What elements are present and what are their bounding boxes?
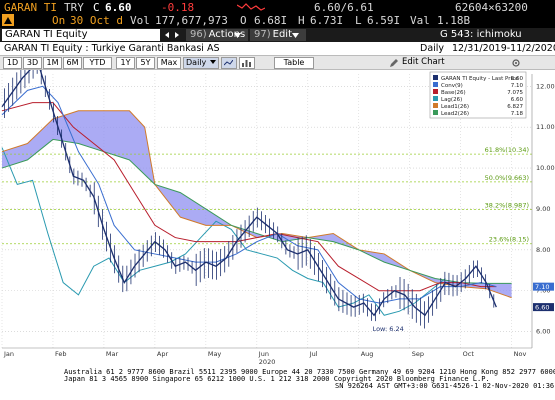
- bloomberg-terminal-window: GARAN TI TRY C 6.60 -0.18 6.60/6.61 6260…: [0, 0, 555, 400]
- high-label: H: [298, 14, 305, 27]
- legend-value: 6.60: [511, 76, 524, 82]
- x-tick-label: Jan: [3, 350, 14, 358]
- bar-chart-icon: [242, 60, 251, 67]
- y-tick-label: 10.00: [536, 164, 555, 172]
- x-tick-label: Feb: [55, 350, 67, 358]
- legend-label: Lead1(26): [441, 104, 469, 110]
- y-tick-label: 12.00: [536, 82, 555, 90]
- periodicity-label: Daily: [420, 43, 445, 54]
- date-range[interactable]: 12/31/2019-11/2/2020: [452, 43, 555, 54]
- bid-ask: 6.60/6.61: [314, 1, 374, 14]
- legend-swatch: [433, 110, 438, 115]
- line-chart-icon: [224, 60, 233, 66]
- x-tick-label: Aug: [361, 350, 374, 358]
- x-tick-label: Jun: [258, 350, 269, 358]
- bid-ask-size: 62604×63200: [455, 1, 528, 14]
- fib-level-label: 23.6%(8.15): [489, 236, 529, 244]
- security-nav-arrows-icon[interactable]: [164, 31, 180, 39]
- period-button-1m[interactable]: 1M: [43, 57, 62, 69]
- last-price: 6.60: [105, 1, 132, 14]
- actions-chevron-down-icon: [234, 33, 241, 38]
- low-value: 6.59I: [367, 14, 401, 27]
- edit-chart-pencil-icon: [390, 59, 398, 67]
- edit-menu-number: 97): [254, 29, 271, 40]
- terminal-footer: Australia 61 2 9777 8600 Brazil 5511 239…: [0, 367, 555, 400]
- traded-value: 1.18B: [437, 14, 471, 27]
- legend-swatch: [433, 96, 438, 101]
- period-button-1d[interactable]: 1D: [3, 57, 22, 69]
- x-tick-label: Sep: [412, 350, 424, 358]
- settings-gear-icon[interactable]: [512, 59, 520, 67]
- fib-level-label: 38.2%(8.987): [485, 201, 529, 209]
- x-tick-label: Apr: [157, 350, 169, 358]
- edit-chevron-down-icon: [292, 33, 299, 38]
- legend-swatch: [433, 75, 438, 80]
- edit-menu-label: Edit: [272, 29, 293, 40]
- legend-label: Lead2(26): [441, 111, 469, 117]
- ichimoku-chart[interactable]: 61.8%(10.34) 50.0%(9.663) 38.2%(8.987) 23.6…: [0, 70, 555, 367]
- page-code: G 543: ichimoku: [440, 29, 522, 40]
- x-year-label: 2020: [259, 358, 276, 366]
- legend-value: 7.10: [511, 83, 524, 89]
- edit-chart-button[interactable]: Edit Chart: [402, 57, 445, 67]
- volume-label: Vol: [130, 14, 150, 27]
- x-tick-label: Oct: [463, 350, 475, 358]
- ticker[interactable]: GARAN TI: [4, 1, 57, 14]
- legend-label: Conv(9): [441, 83, 463, 89]
- value-label: Val: [410, 14, 430, 27]
- price-annotation: Low: 6.24: [373, 325, 404, 333]
- price-direction-icon: C: [93, 1, 100, 14]
- y-tick-label: 8.00: [536, 246, 550, 254]
- low-label: L: [355, 14, 362, 27]
- frequency-chevron-down-icon: [210, 60, 216, 64]
- security-full-name: GARAN TI Equity : Turkiye Garanti Bankas…: [4, 43, 220, 54]
- price-change: -0.18: [161, 1, 195, 14]
- x-tick-label: May: [208, 350, 222, 358]
- footer-session-line: SN 926264 AST GMT+3:00 G631-4526-1 02-No…: [335, 382, 555, 390]
- x-tick-label: Nov: [514, 350, 527, 358]
- sparkline-icon: [237, 3, 265, 11]
- bloomberg-logo-icon: [2, 14, 14, 26]
- y-tick-label: 9.00: [536, 205, 550, 213]
- period-button-6m[interactable]: 6M: [63, 57, 82, 69]
- legend-value: 6.60: [511, 97, 524, 103]
- high-value: 6.73I: [310, 14, 344, 27]
- y-tick-label: 6.00: [536, 328, 550, 336]
- axis-value-badge-label: 7.10: [535, 283, 549, 291]
- x-tick-label: Jul: [309, 350, 318, 358]
- fib-level-label: 50.0%(9.663): [485, 174, 529, 182]
- period-button-max[interactable]: Max: [157, 57, 181, 69]
- period-button-1y[interactable]: 1Y: [116, 57, 135, 69]
- legend-value: 7.075: [507, 90, 523, 96]
- quote-flag: On: [52, 14, 66, 27]
- period-button-5y[interactable]: 5Y: [136, 57, 155, 69]
- axis-value-badge-label: 6.60: [535, 304, 549, 312]
- legend-swatch: [433, 103, 438, 108]
- currency: TRY: [64, 1, 84, 14]
- x-tick-label: Mar: [106, 350, 119, 358]
- open-label: O: [240, 14, 247, 27]
- table-button[interactable]: Table: [274, 57, 314, 69]
- quote-date: 30 Oct d: [70, 14, 123, 27]
- actions-menu-number: 96): [190, 29, 207, 40]
- chart-legend: GARAN TI Equity - Last Price6.60Conv(9) 7…: [429, 71, 527, 119]
- y-tick-label: 11.00: [536, 123, 555, 131]
- legend-label: GARAN TI Equity - Last Price: [441, 76, 519, 82]
- legend-label: Lag(26): [441, 97, 462, 103]
- chart-toolbar: 1D 3D 1M 6M YTD 1Y 5Y Max Daily Table Ed…: [0, 55, 555, 70]
- security-field[interactable]: GARAN TI Equity: [2, 29, 160, 41]
- open-value: 6.68I: [254, 14, 288, 27]
- chart-subtitle-bar: GARAN TI Equity : Turkiye Garanti Bankas…: [0, 42, 555, 55]
- period-button-ytd[interactable]: YTD: [83, 57, 112, 69]
- legend-value: 7.18: [511, 111, 524, 117]
- period-button-3d[interactable]: 3D: [23, 57, 42, 69]
- frequency-value: Daily: [186, 58, 207, 67]
- volume-value: 177,677,973: [155, 14, 228, 27]
- fib-level-label: 61.8%(10.34): [485, 146, 529, 154]
- legend-label: Base(26): [441, 90, 466, 96]
- legend-swatch: [433, 89, 438, 94]
- quote-bar: GARAN TI TRY C 6.60 -0.18 6.60/6.61 6260…: [0, 0, 555, 28]
- legend-swatch: [433, 82, 438, 87]
- legend-value: 6.827: [507, 104, 523, 110]
